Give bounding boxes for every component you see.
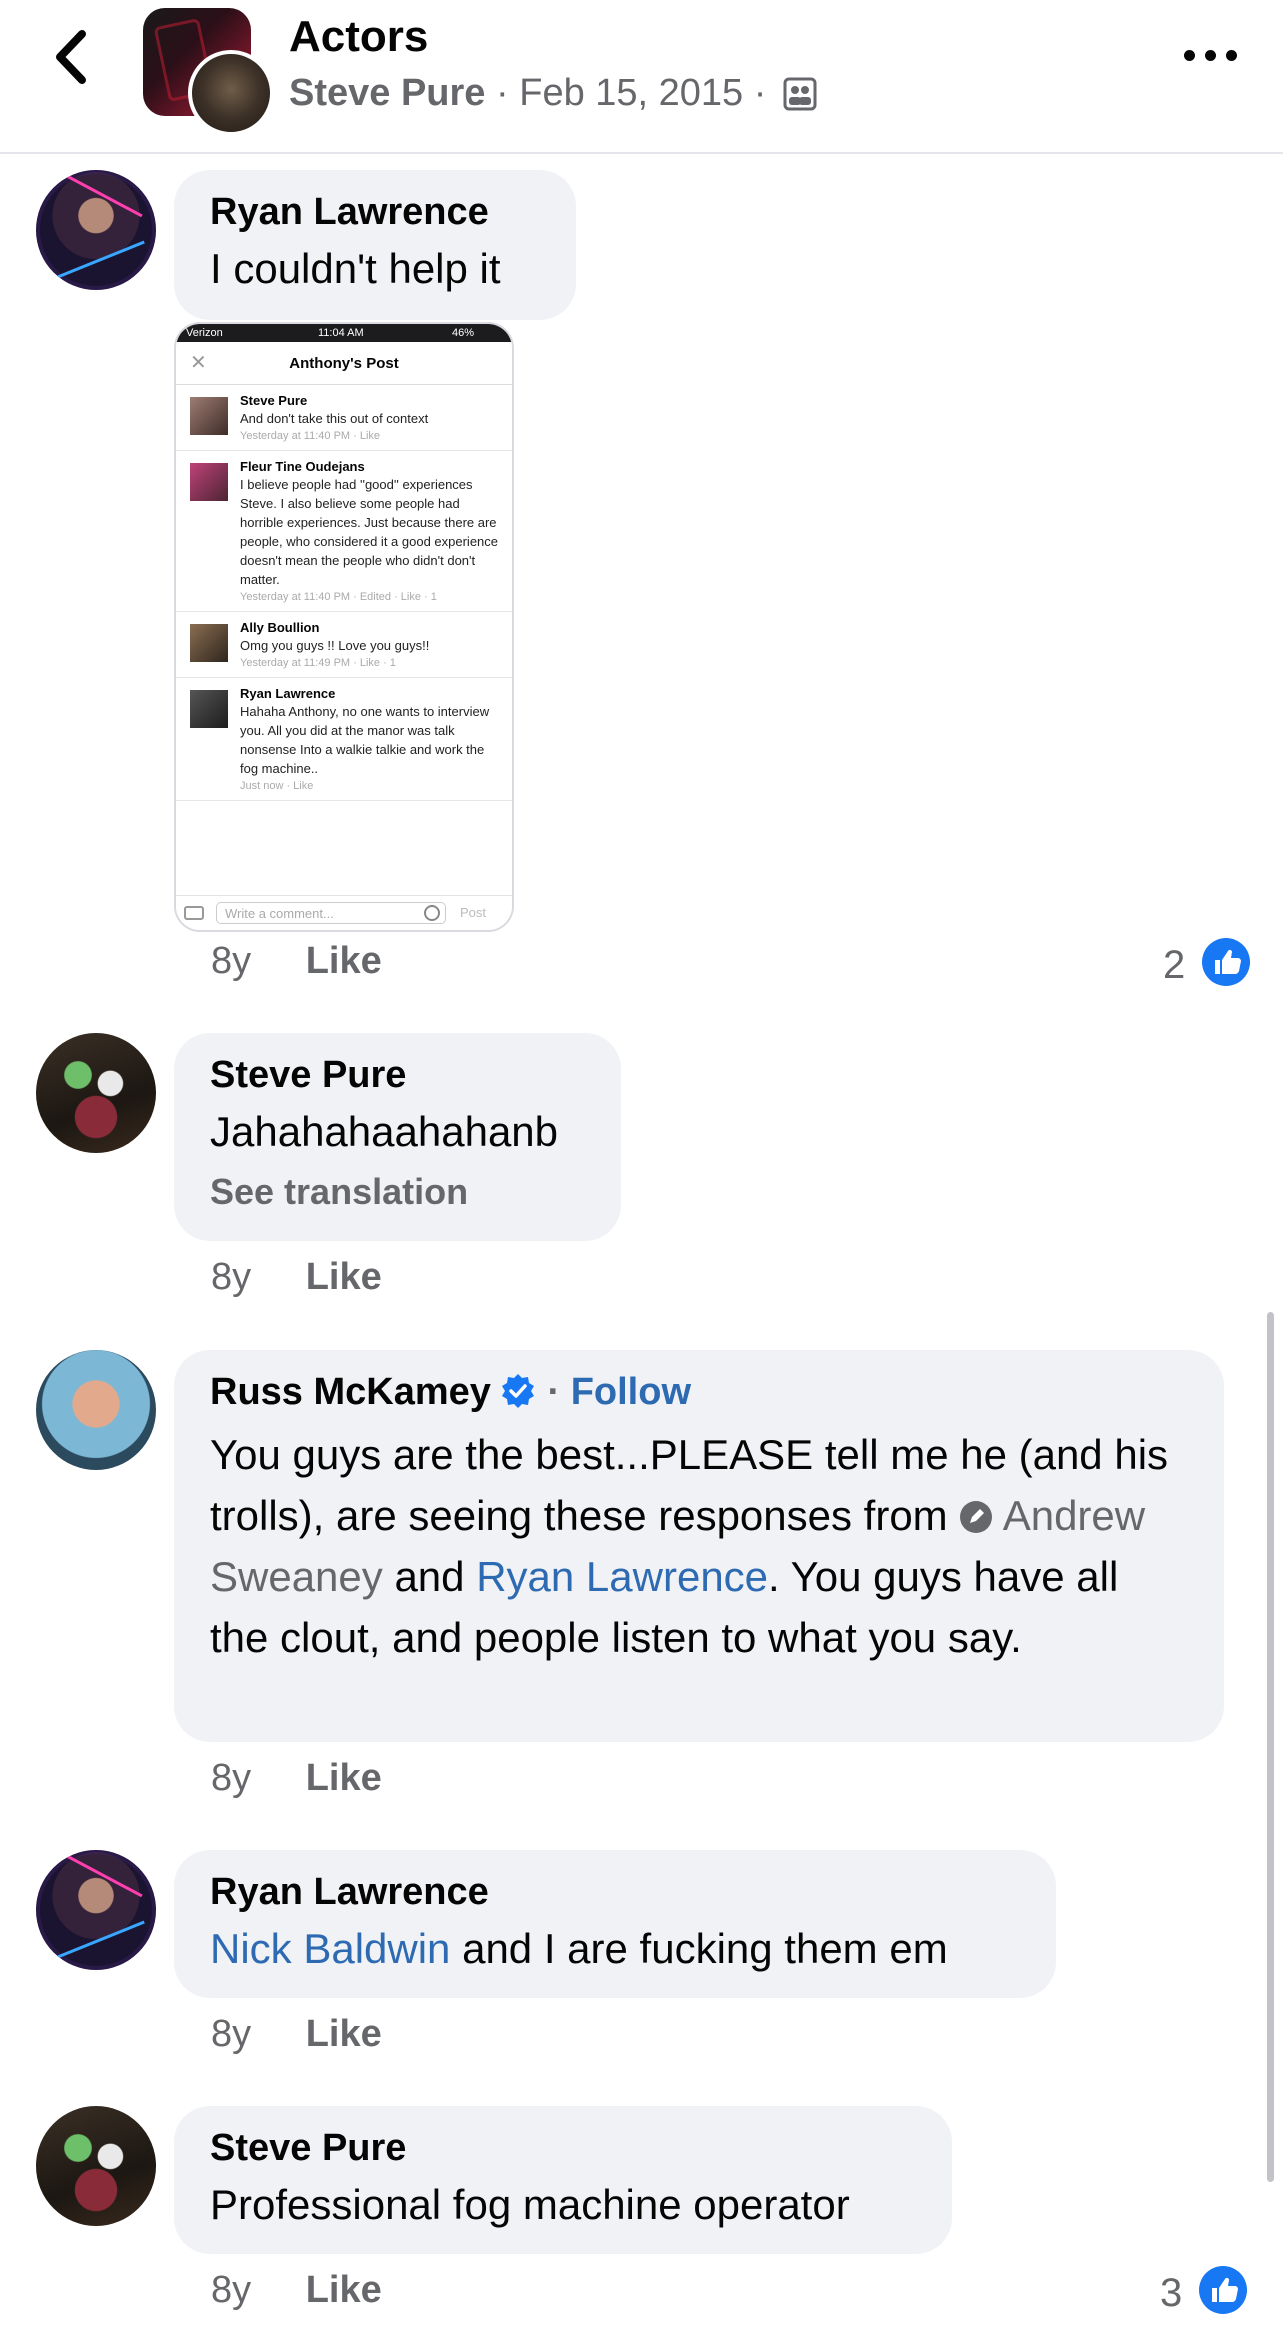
- comment-actions: 8y Like: [211, 940, 382, 983]
- reaction-summary[interactable]: 2: [1163, 938, 1251, 996]
- screenshot-comment-author: Fleur Tine Oudejans: [240, 459, 365, 474]
- screenshot-post-label: Post: [460, 905, 487, 920]
- scrollbar[interactable]: [1267, 1312, 1274, 2182]
- comment-image-attachment[interactable]: Verizon 11:04 AM 46% ✕ Anthony's Post St…: [174, 322, 514, 932]
- back-chevron-icon[interactable]: [44, 22, 100, 92]
- screenshot-comment-meta: Yesterday at 11:40 PM · Like: [240, 430, 381, 442]
- screenshot-comment-text: Omg you guys !! Love you guys!!: [240, 638, 430, 653]
- status-carrier: Verizon: [186, 327, 223, 339]
- comment-actions: 8y Like: [211, 2269, 382, 2312]
- like-reaction-icon: [1202, 938, 1251, 986]
- screenshot-comment-bar: Write a comment... Post: [176, 895, 512, 930]
- post-header: Actors Steve Pure · Feb 15, 2015 ·: [0, 0, 1283, 154]
- comment-text: Professional fog machine operator: [210, 2181, 850, 2228]
- comment-author[interactable]: Steve Pure: [210, 2122, 916, 2174]
- commenter-avatar[interactable]: [36, 1850, 156, 1970]
- byline-separator: ·: [496, 72, 509, 114]
- screenshot-comment: Ryan Lawrence Hahaha Anthony, no one wan…: [176, 678, 512, 801]
- comment-author[interactable]: Ryan Lawrence: [210, 186, 540, 238]
- like-button[interactable]: Like: [306, 940, 382, 982]
- follow-button[interactable]: Follow: [571, 1371, 691, 1413]
- comment-actions: 8y Like: [211, 1757, 382, 1800]
- see-translation-link[interactable]: See translation: [210, 1166, 585, 1218]
- mention-link[interactable]: Ryan Lawrence: [476, 1553, 768, 1600]
- reaction-summary[interactable]: 3: [1160, 2266, 1248, 2324]
- screenshot-comment-text: Hahaha Anthony, no one wants to intervie…: [240, 704, 490, 776]
- comment-bubble: Ryan Lawrence Nick Baldwin and I are fuc…: [174, 1850, 1056, 1998]
- group-members-icon: [783, 77, 817, 121]
- comment-text: Jahahahaahahanb: [210, 1108, 559, 1155]
- comment-text: Nick Baldwin and I are fucking them em: [210, 1918, 1020, 1979]
- post-author-link[interactable]: Steve Pure: [289, 72, 485, 114]
- screenshot-comment-meta: Yesterday at 11:40 PM · Edited · Like · …: [240, 591, 437, 603]
- status-battery: 46%: [452, 327, 475, 339]
- comment-bubble: Ryan Lawrence I couldn't help it: [174, 170, 576, 320]
- comment-bubble: Russ McKamey · Follow You guys are the b…: [174, 1350, 1224, 1742]
- screenshot-avatar: [190, 397, 228, 435]
- post-byline: Steve Pure · Feb 15, 2015 ·: [289, 72, 817, 121]
- comment-author[interactable]: Steve Pure: [210, 1049, 585, 1101]
- byline-separator: ·: [753, 72, 767, 114]
- reaction-count: 3: [1160, 2271, 1183, 2315]
- like-button[interactable]: Like: [306, 1757, 382, 1799]
- comment-age[interactable]: 8y: [211, 2269, 251, 2311]
- screenshot-comment: Ally Boullion Omg you guys !! Love you g…: [176, 612, 512, 678]
- comment-age[interactable]: 8y: [211, 2013, 251, 2055]
- byline-separator: ·: [547, 1371, 561, 1413]
- reaction-count: 2: [1163, 943, 1186, 987]
- commenter-avatar[interactable]: [36, 2106, 156, 2226]
- screenshot-comment-author: Ryan Lawrence: [240, 686, 336, 701]
- like-button[interactable]: Like: [306, 2269, 382, 2311]
- mention-link[interactable]: Nick Baldwin: [210, 1925, 450, 1972]
- emoji-icon: [424, 905, 440, 921]
- comment-actions: 8y Like: [211, 1256, 382, 1299]
- more-options-icon[interactable]: [1184, 46, 1240, 66]
- author-avatar[interactable]: [188, 50, 274, 136]
- commenter-avatar[interactable]: [36, 1350, 156, 1470]
- screenshot-nav-bar: ✕ Anthony's Post: [176, 342, 512, 385]
- screenshot-comment: Steve Pure And don't take this out of co…: [176, 385, 512, 451]
- screenshot-comment-author: Steve Pure: [240, 393, 308, 408]
- comment-text-part: and I are fucking them em: [450, 1925, 948, 1972]
- screenshot-avatar: [190, 690, 228, 728]
- screenshot-avatar: [190, 463, 228, 501]
- comment-bubble: Steve Pure Jahahahaahahanb See translati…: [174, 1033, 621, 1241]
- screenshot-title: Anthony's Post: [289, 355, 399, 372]
- screenshot-comment-author: Ally Boullion: [240, 620, 320, 635]
- screenshot-comment-text: I believe people had ''good'' experience…: [240, 477, 499, 587]
- commenter-avatar[interactable]: [36, 1033, 156, 1153]
- screenshot-comment-text: And don't take this out of context: [240, 411, 429, 426]
- status-bar: Verizon 11:04 AM 46%: [176, 324, 512, 342]
- comment-age[interactable]: 8y: [211, 1757, 251, 1799]
- comment-age[interactable]: 8y: [211, 1256, 251, 1298]
- status-time: 11:04 AM: [318, 327, 364, 339]
- screenshot-avatar: [190, 624, 228, 662]
- like-button[interactable]: Like: [306, 2013, 382, 2055]
- like-button[interactable]: Like: [306, 1256, 382, 1298]
- screenshot-comment-meta: Just now · Like: [240, 780, 314, 792]
- verified-badge-icon: [499, 1372, 537, 1424]
- comment-bubble: Steve Pure Professional fog machine oper…: [174, 2106, 952, 2254]
- comment-text: I couldn't help it: [210, 245, 501, 292]
- camera-icon: [184, 906, 204, 920]
- comment-age[interactable]: 8y: [211, 940, 251, 982]
- comment-text-part: and: [382, 1553, 477, 1600]
- group-title[interactable]: Actors: [289, 12, 428, 62]
- like-reaction-icon: [1199, 2266, 1248, 2314]
- pencil-icon: [959, 1492, 993, 1539]
- comment-author-line: Russ McKamey · Follow: [210, 1366, 1188, 1424]
- comment-author[interactable]: Russ McKamey: [210, 1371, 491, 1413]
- comment-text: You guys are the best...PLEASE tell me h…: [210, 1424, 1188, 1668]
- screenshot-comment-meta: Yesterday at 11:49 PM · Like · 1: [240, 657, 396, 669]
- post-date[interactable]: Feb 15, 2015: [519, 72, 743, 114]
- screenshot-comment-input: Write a comment...: [216, 902, 446, 924]
- comment-actions: 8y Like: [211, 2013, 382, 2056]
- commenter-avatar[interactable]: [36, 170, 156, 290]
- screenshot-comment: Fleur Tine Oudejans I believe people had…: [176, 451, 512, 612]
- comment-author[interactable]: Ryan Lawrence: [210, 1866, 1020, 1918]
